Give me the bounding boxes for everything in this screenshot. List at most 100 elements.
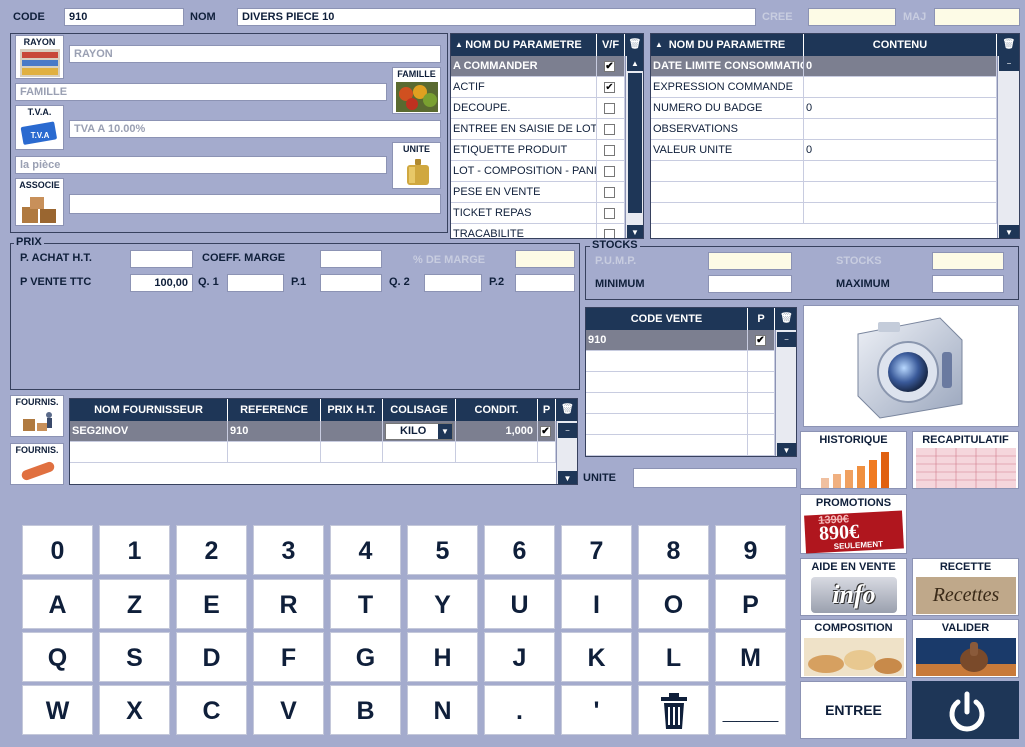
key[interactable]: J: [484, 632, 555, 682]
fournis-button-2[interactable]: FOURNIS.: [10, 443, 64, 485]
code-vente-row[interactable]: [586, 351, 775, 372]
params-trash-icon[interactable]: 🗑: [625, 34, 643, 56]
params2-trash-icon[interactable]: 🗑: [997, 34, 1019, 56]
scroll-down-icon[interactable]: ▼: [558, 471, 577, 484]
key[interactable]: 3: [253, 525, 324, 575]
param2-value[interactable]: [804, 119, 997, 140]
scroll-up-icon[interactable]: ▲: [627, 56, 643, 71]
key[interactable]: N: [407, 685, 478, 735]
key[interactable]: W: [22, 685, 93, 735]
scroll-down-icon[interactable]: ▼: [999, 225, 1019, 238]
recapitulatif-button[interactable]: RECAPITULATIF: [912, 431, 1019, 489]
param-row[interactable]: DECOUPE.: [451, 98, 625, 119]
param-checkbox[interactable]: [604, 124, 615, 135]
key[interactable]: P: [715, 579, 786, 629]
key[interactable]: A: [22, 579, 93, 629]
key[interactable]: 4: [330, 525, 401, 575]
param-row[interactable]: ENTREE EN SAISIE DE LOT: [451, 119, 625, 140]
key[interactable]: T: [330, 579, 401, 629]
fourn-header-colisage[interactable]: COLISAGE: [383, 399, 456, 421]
param2-row[interactable]: DATE LIMITE CONSOMMATION 0: [651, 56, 997, 77]
entree-button[interactable]: ENTREE: [800, 681, 907, 739]
rayon-button[interactable]: RAYON: [15, 35, 64, 79]
historique-button[interactable]: HISTORIQUE: [800, 431, 907, 489]
code-vente-checkbox[interactable]: ✔: [755, 335, 766, 346]
key[interactable]: R: [253, 579, 324, 629]
param2-value[interactable]: [804, 203, 997, 224]
fourn-checkbox[interactable]: ✔: [540, 426, 551, 437]
param-checkbox[interactable]: [604, 208, 615, 219]
fournisseur-row[interactable]: SEG2INOV 910 KILO ▼ 1,000 ✔: [70, 421, 556, 442]
key[interactable]: B: [330, 685, 401, 735]
key[interactable]: 6: [484, 525, 555, 575]
param-row[interactable]: TRACABILITE: [451, 224, 625, 238]
key[interactable]: G: [330, 632, 401, 682]
key[interactable]: 9: [715, 525, 786, 575]
key[interactable]: F: [253, 632, 324, 682]
scroll-minus-icon[interactable]: −: [777, 332, 796, 347]
fourn-header-nom[interactable]: NOM FOURNISSEUR: [70, 399, 228, 421]
code-input[interactable]: 910: [64, 8, 184, 26]
code-vente-header[interactable]: CODE VENTE: [586, 308, 748, 330]
colisage-select[interactable]: KILO ▼: [385, 423, 453, 440]
params-scrollbar[interactable]: ▲ ▼: [625, 56, 643, 238]
fournis-button-1[interactable]: FOURNIS.: [10, 395, 64, 437]
max-input[interactable]: [932, 275, 1004, 293]
key[interactable]: V: [253, 685, 324, 735]
scroll-down-icon[interactable]: ▼: [777, 443, 796, 456]
param-checkbox[interactable]: [604, 166, 615, 177]
q1-input[interactable]: [227, 274, 284, 292]
param2-row[interactable]: [651, 161, 997, 182]
photo-button[interactable]: [803, 305, 1019, 427]
p2-input[interactable]: [515, 274, 575, 292]
delete-key[interactable]: [638, 685, 709, 735]
scroll-minus-icon[interactable]: −: [558, 423, 577, 438]
param-checkbox[interactable]: [604, 229, 615, 238]
key[interactable]: E: [176, 579, 247, 629]
key[interactable]: O: [638, 579, 709, 629]
fourn-scrollbar[interactable]: − ▼: [556, 421, 577, 484]
param-row[interactable]: A COMMANDER ✔: [451, 56, 625, 77]
chevron-down-icon[interactable]: ▼: [438, 424, 452, 439]
param-row[interactable]: ETIQUETTE PRODUIT: [451, 140, 625, 161]
key[interactable]: X: [99, 685, 170, 735]
key[interactable]: U: [484, 579, 555, 629]
code-vente-p-header[interactable]: P: [748, 308, 775, 330]
params-header-nom[interactable]: ▲ NOM DU PARAMETRE: [451, 34, 597, 56]
cree-input[interactable]: [808, 8, 896, 26]
unite-input[interactable]: la pièce: [15, 156, 387, 174]
key[interactable]: D: [176, 632, 247, 682]
key[interactable]: 5: [407, 525, 478, 575]
fourn-header-p[interactable]: P: [538, 399, 556, 421]
associe-input[interactable]: [69, 194, 441, 214]
associe-button[interactable]: ASSOCIE: [15, 178, 64, 226]
param-checkbox[interactable]: [604, 145, 615, 156]
key[interactable]: L: [638, 632, 709, 682]
code-vente-row[interactable]: [586, 393, 775, 414]
achat-input[interactable]: [130, 250, 193, 268]
key[interactable]: 7: [561, 525, 632, 575]
valider-button[interactable]: VALIDER: [912, 619, 1019, 678]
param-checkbox[interactable]: [604, 187, 615, 198]
scroll-down-icon[interactable]: ▼: [627, 225, 643, 238]
code-vente-row[interactable]: 910 ✔: [586, 330, 775, 351]
key[interactable]: 0: [22, 525, 93, 575]
famille-input[interactable]: FAMILLE: [15, 83, 387, 101]
fourn-header-condit[interactable]: CONDIT.: [456, 399, 538, 421]
q2-input[interactable]: [424, 274, 482, 292]
tva-button[interactable]: T.V.A. T.V.A: [15, 105, 64, 150]
key[interactable]: M: [715, 632, 786, 682]
key[interactable]: 8: [638, 525, 709, 575]
params2-header-contenu[interactable]: CONTENU: [804, 34, 997, 56]
aide-vente-button[interactable]: AIDE EN VENTE info: [800, 558, 907, 616]
param2-row[interactable]: [651, 203, 997, 224]
param-checkbox[interactable]: ✔: [604, 61, 615, 72]
maj-input[interactable]: [934, 8, 1020, 26]
key[interactable]: Y: [407, 579, 478, 629]
scroll-thumb[interactable]: [628, 73, 642, 213]
min-input[interactable]: [708, 275, 792, 293]
param2-value[interactable]: 0: [804, 56, 997, 77]
scroll-minus-icon[interactable]: −: [999, 56, 1019, 71]
power-button[interactable]: [912, 681, 1019, 739]
param2-row[interactable]: EXPRESSION COMMANDE: [651, 77, 997, 98]
